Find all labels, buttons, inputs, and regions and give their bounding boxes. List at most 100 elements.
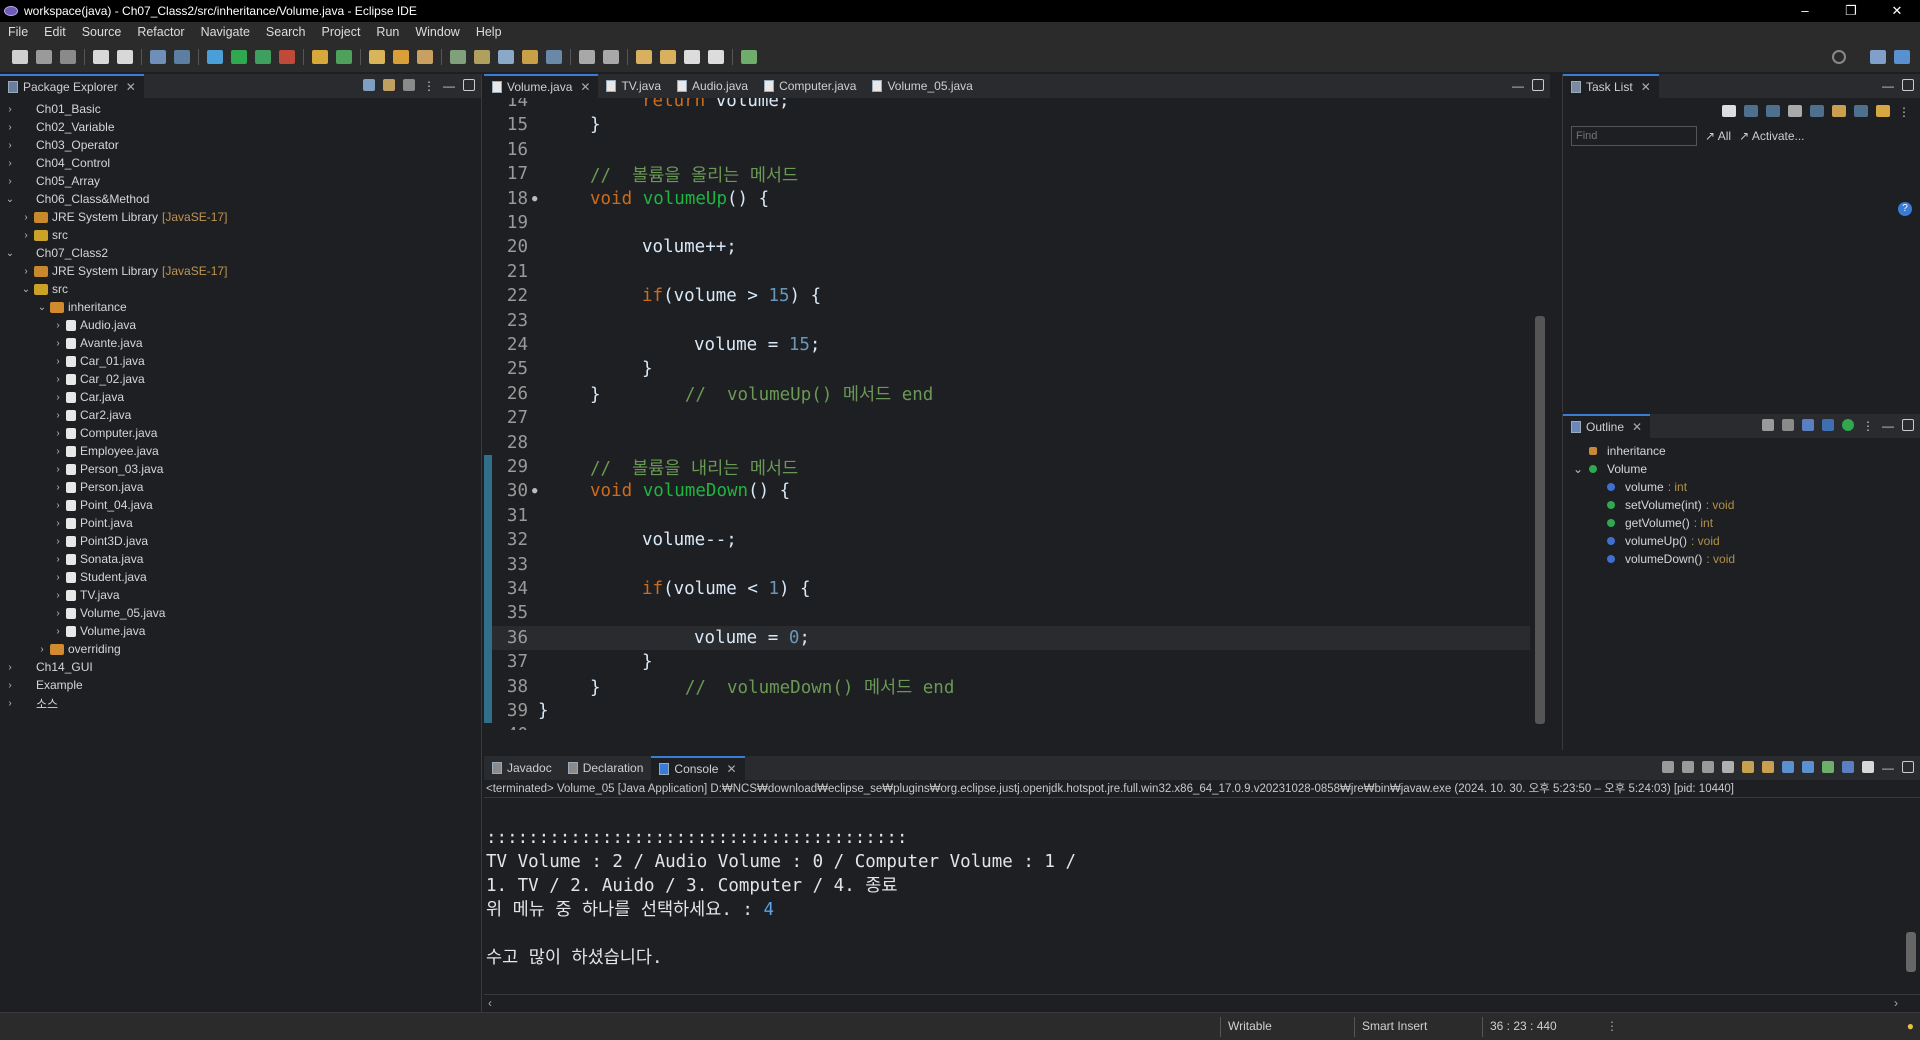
new-task-icon[interactable] (1722, 105, 1736, 117)
collapsed-chevron-icon[interactable]: › (52, 590, 64, 601)
cursor-position-status[interactable]: 36 : 23 : 440 (1490, 1019, 1557, 1033)
new-class-icon[interactable] (336, 50, 352, 64)
minimize-view-icon[interactable]: — (1882, 79, 1894, 93)
collapsed-chevron-icon[interactable]: › (4, 104, 16, 115)
collapse-all-icon[interactable] (1762, 419, 1774, 431)
code-line[interactable]: 25} (484, 357, 1530, 381)
tree-item[interactable]: › Ch03_Operator (0, 136, 481, 154)
search-icon[interactable] (1832, 50, 1846, 64)
java-perspective-icon[interactable] (1894, 50, 1910, 64)
scroll-lock-icon[interactable] (1742, 761, 1754, 773)
insert-mode-status[interactable]: Smart Insert (1362, 1019, 1427, 1033)
outline-item[interactable]: volumeUp(): void (1563, 532, 1920, 550)
collapsed-chevron-icon[interactable]: › (36, 644, 48, 655)
skip-breakpoints-icon[interactable] (174, 50, 190, 64)
menu-source[interactable]: Source (74, 25, 130, 39)
minimize-view-icon[interactable]: — (1882, 419, 1894, 433)
code-line[interactable]: 18 ● void volumeUp() { (484, 187, 1530, 211)
tree-item[interactable]: ⌄ Ch06_Class&Method (0, 190, 481, 208)
tree-item[interactable]: › JRE System Library [JavaSE-17] (0, 208, 481, 226)
run-icon[interactable] (231, 50, 247, 64)
minimize-view-icon[interactable]: — (1882, 761, 1894, 775)
close-button[interactable]: ✕ (1874, 0, 1920, 22)
code-line[interactable]: 15} (484, 113, 1530, 137)
pilcrow-icon[interactable] (546, 50, 562, 64)
open-type-icon[interactable] (369, 50, 385, 64)
new-icon[interactable] (12, 50, 28, 64)
close-icon[interactable]: ✕ (580, 80, 590, 94)
view-menu-icon[interactable]: ⋮ (423, 79, 435, 93)
tree-item[interactable]: › Audio.java (0, 316, 481, 334)
code-line[interactable]: 28 (484, 431, 1530, 455)
editor-tab[interactable]: Audio.java (669, 74, 756, 98)
tip-bulb-icon[interactable]: ● (1907, 1019, 1914, 1033)
link-with-editor-icon[interactable] (383, 79, 395, 91)
debug-icon[interactable] (207, 50, 223, 64)
expanded-chevron-icon[interactable]: ⌄ (1573, 462, 1583, 476)
code-line[interactable]: 27 (484, 406, 1530, 430)
close-icon[interactable]: ✕ (1632, 420, 1642, 434)
tab-task-list[interactable]: Task List ✕ (1563, 74, 1659, 98)
close-icon[interactable]: ✕ (126, 80, 136, 94)
code-line[interactable]: 31 (484, 504, 1530, 528)
close-icon[interactable]: ✕ (1641, 80, 1651, 94)
minimize-view-icon[interactable]: — (443, 79, 455, 93)
collapsed-chevron-icon[interactable]: › (4, 158, 16, 169)
collapsed-chevron-icon[interactable]: › (52, 518, 64, 529)
tree-item[interactable]: › Volume_05.java (0, 604, 481, 622)
tree-item[interactable]: › src (0, 226, 481, 244)
menu-run[interactable]: Run (368, 25, 407, 39)
scroll-right-icon[interactable]: › (1894, 995, 1898, 1011)
tree-item[interactable]: › Ch02_Variable (0, 118, 481, 136)
tree-item[interactable]: ⌄ Ch07_Class2 (0, 244, 481, 262)
collapsed-chevron-icon[interactable]: › (4, 698, 16, 709)
open-perspective-icon[interactable] (1870, 50, 1886, 64)
collapsed-chevron-icon[interactable]: › (52, 428, 64, 439)
activate-link[interactable]: ↗ Activate... (1739, 129, 1804, 143)
tree-item[interactable]: › Ch05_Array (0, 172, 481, 190)
minimize-button[interactable]: – (1782, 0, 1828, 22)
tree-item[interactable]: › Employee.java (0, 442, 481, 460)
toggle-highlight-icon[interactable] (474, 50, 490, 64)
show-on-stdout-icon[interactable] (1782, 761, 1794, 773)
expanded-chevron-icon[interactable]: ⌄ (20, 284, 32, 295)
menu-search[interactable]: Search (258, 25, 314, 39)
expanded-chevron-icon[interactable]: ⌄ (36, 302, 48, 313)
view-menu-icon[interactable]: ⋮ (1862, 419, 1874, 433)
tree-item[interactable]: › TV.java (0, 586, 481, 604)
tree-item[interactable]: › Person.java (0, 478, 481, 496)
expand-all-icon[interactable] (1782, 419, 1794, 431)
scroll-thumb[interactable] (1535, 316, 1545, 724)
scheduled-icon[interactable] (1766, 105, 1780, 117)
external-tools-icon[interactable] (279, 50, 295, 64)
collapsed-chevron-icon[interactable]: › (52, 482, 64, 493)
tree-item[interactable]: › Car.java (0, 388, 481, 406)
menu-file[interactable]: File (0, 25, 36, 39)
tab-console[interactable]: Console ✕ (651, 756, 745, 780)
editor-vertical-scrollbar[interactable] (1530, 98, 1550, 730)
tree-item[interactable]: › Ch04_Control (0, 154, 481, 172)
outline-item[interactable]: getVolume(): int (1563, 514, 1920, 532)
collapsed-chevron-icon[interactable]: › (52, 536, 64, 547)
maximize-view-icon[interactable] (1532, 79, 1544, 91)
collapsed-chevron-icon[interactable]: › (52, 356, 64, 367)
code-line[interactable]: 34 if(volume < 1) { (484, 577, 1530, 601)
maximize-view-icon[interactable] (1902, 419, 1914, 431)
editor-tab[interactable]: Volume.java ✕ (484, 74, 599, 98)
collapsed-chevron-icon[interactable]: › (52, 392, 64, 403)
last-edit-icon[interactable] (636, 50, 652, 64)
close-icon[interactable]: ✕ (726, 762, 736, 776)
all-filter-link[interactable]: ↗ All (1705, 129, 1731, 143)
collapsed-chevron-icon[interactable]: › (52, 464, 64, 475)
help-icon[interactable]: ? (1898, 202, 1912, 216)
tree-item[interactable]: › Student.java (0, 568, 481, 586)
collapsed-chevron-icon[interactable]: › (52, 554, 64, 565)
outline-item[interactable]: volumeDown(): void (1563, 550, 1920, 568)
tree-item[interactable]: › Car2.java (0, 406, 481, 424)
editor-tab[interactable]: Volume_05.java (864, 74, 980, 98)
maximize-view-icon[interactable] (1902, 79, 1914, 91)
code-line[interactable]: 30 ● void volumeDown() { (484, 479, 1530, 503)
tree-item[interactable]: › Computer.java (0, 424, 481, 442)
tree-item[interactable]: › Point.java (0, 514, 481, 532)
save-icon[interactable] (36, 50, 52, 64)
